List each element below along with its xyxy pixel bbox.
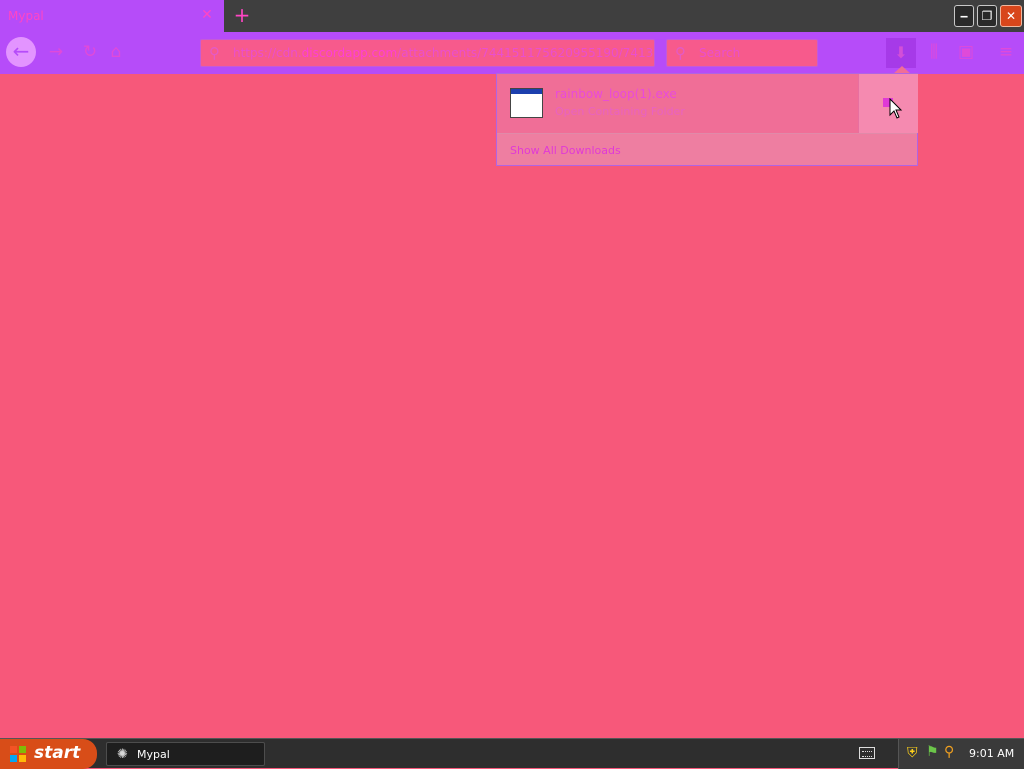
keyboard-icon[interactable] — [859, 747, 875, 759]
search-icon: ⚲ — [675, 44, 686, 62]
close-window-button[interactable]: ✕ — [1000, 5, 1022, 27]
sidebar-button[interactable]: ▣ — [956, 42, 976, 62]
home-button[interactable]: ⌂ — [106, 42, 126, 62]
url-path: /attachments/744151175620955190/74135837 — [397, 46, 654, 60]
security-shield-icon[interactable]: ⛨ — [907, 745, 918, 761]
download-status: Open Containing Folder — [555, 105, 685, 118]
network-icon[interactable]: ⚑ — [926, 744, 939, 760]
search-icon[interactable]: ⚲ — [944, 744, 954, 760]
taskbar: start ✺ Mypal ⛨ ⚑ ⚲ 9:01 AM — [0, 738, 1024, 769]
downloads-footer: Show All Downloads — [497, 133, 917, 165]
forward-button[interactable]: → — [46, 42, 66, 62]
reload-button[interactable]: ↻ — [80, 42, 100, 62]
open-folder-button[interactable] — [858, 74, 918, 133]
download-item[interactable]: rainbow_loop(1).exe Open Containing Fold… — [497, 74, 859, 133]
start-button[interactable]: start — [0, 739, 97, 769]
menu-button[interactable]: ≡ — [996, 42, 1016, 62]
url-prefix: https://cdn. — [233, 46, 302, 60]
back-button[interactable]: ← — [6, 37, 36, 67]
search-placeholder: Search — [699, 46, 741, 60]
windows-logo-icon — [10, 746, 26, 762]
download-file-name: rainbow_loop(1).exe — [555, 87, 677, 101]
search-icon: ⚲ — [209, 44, 220, 62]
minimize-button[interactable]: ‒ — [954, 5, 974, 27]
downloads-panel: rainbow_loop(1).exe Open Containing Fold… — [496, 73, 918, 166]
tab-title: Mypal — [8, 9, 44, 23]
navigation-toolbar: ← → ↻ ⌂ ⚲ https://cdn.discordapp.com/att… — [0, 32, 1024, 74]
url-text[interactable]: https://cdn.discordapp.com/attachments/7… — [233, 46, 654, 60]
new-tab-button[interactable]: + — [232, 4, 252, 26]
tab-strip: Mypal ✕ + ‒ ❐ ✕ — [0, 0, 1024, 32]
taskbar-item-label: Mypal — [137, 748, 170, 761]
show-all-downloads-link[interactable]: Show All Downloads — [510, 144, 621, 157]
url-domain: discordapp.com — [301, 46, 398, 60]
system-tray: ⛨ ⚑ ⚲ 9:01 AM — [898, 739, 1024, 769]
search-bar[interactable]: ⚲ Search — [666, 39, 818, 67]
downloads-button[interactable]: ⬇ — [886, 38, 916, 68]
url-bar[interactable]: ⚲ https://cdn.discordapp.com/attachments… — [200, 39, 655, 67]
mypal-app-icon: ✺ — [117, 747, 128, 762]
restore-button[interactable]: ❐ — [977, 5, 997, 27]
library-button[interactable]: ⫼ — [924, 42, 944, 62]
tab-close-icon[interactable]: ✕ — [200, 8, 214, 22]
mouse-cursor-icon — [889, 98, 903, 119]
taskbar-item-mypal[interactable]: ✺ Mypal — [106, 742, 265, 766]
executable-file-icon — [510, 88, 543, 118]
start-label: start — [34, 743, 81, 763]
tab-mypal[interactable]: Mypal ✕ — [0, 0, 224, 32]
clock: 9:01 AM — [969, 747, 1015, 760]
